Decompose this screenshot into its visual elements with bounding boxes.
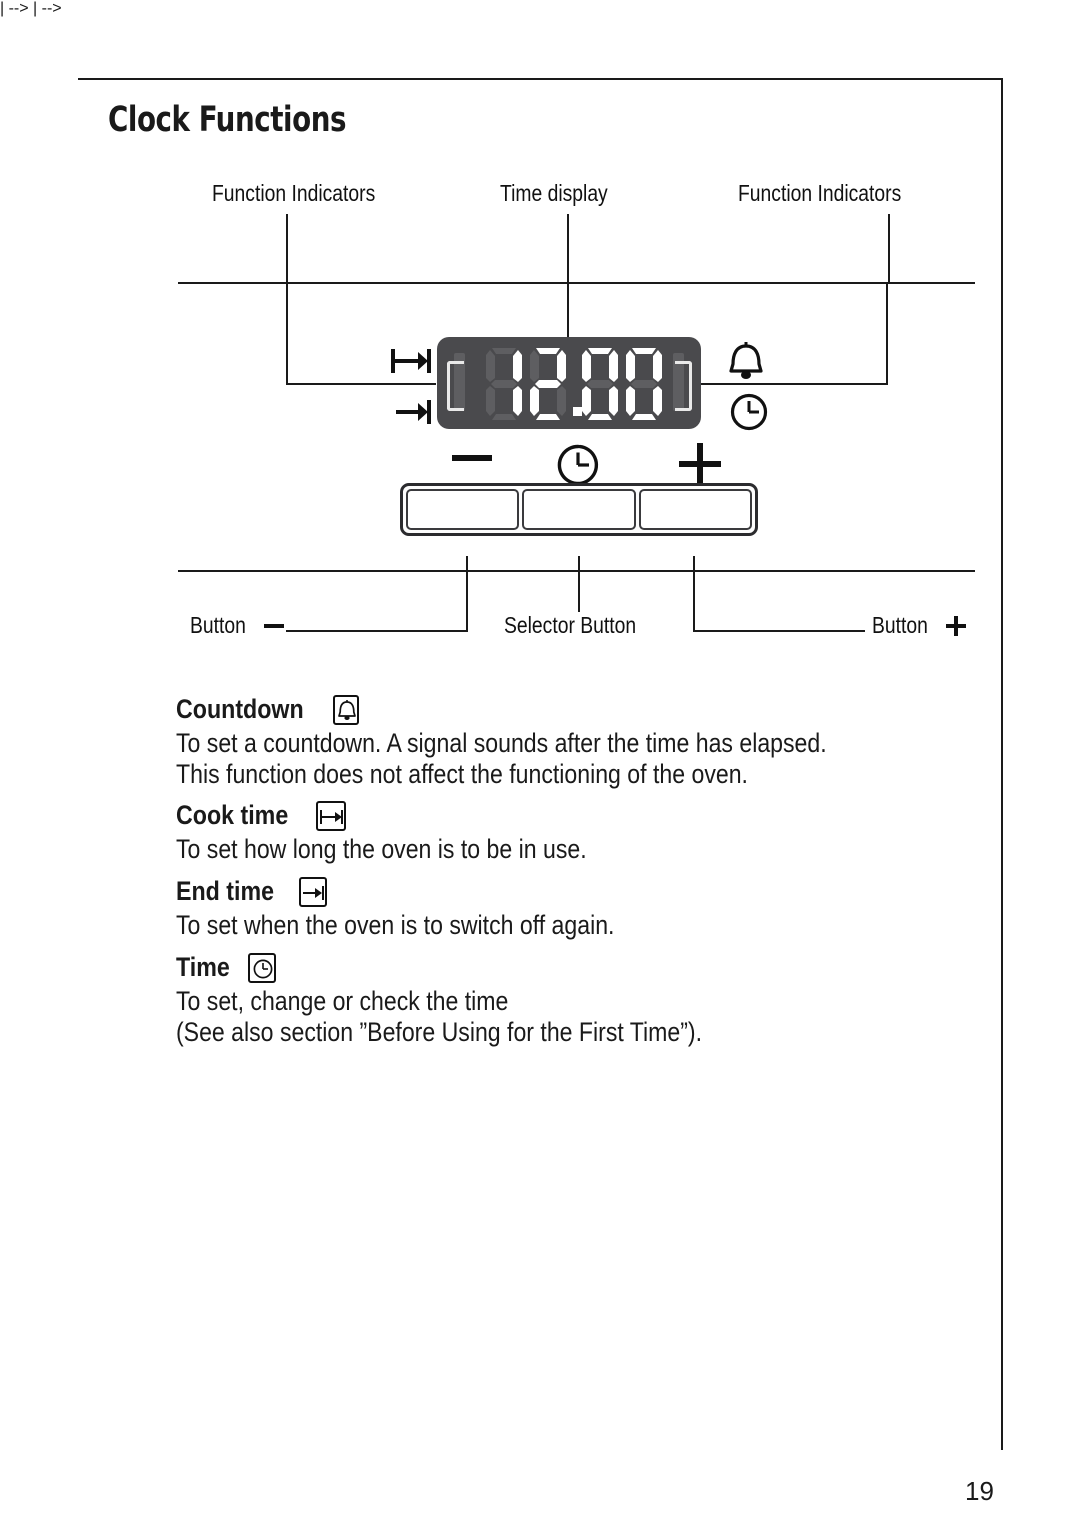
selector-clock-icon xyxy=(557,444,599,486)
lcd-digit-1 xyxy=(486,348,522,420)
lcd-decimal-point xyxy=(573,407,582,416)
end-time-icon xyxy=(396,400,431,424)
leader-line-selector-button xyxy=(578,556,580,612)
clock-icon xyxy=(730,393,768,431)
lcd-digit-2 xyxy=(530,348,566,420)
callout-label-button-plus: Button xyxy=(872,612,966,639)
section-heading-text: Time xyxy=(176,952,230,982)
callout-text: Time display xyxy=(500,180,608,206)
cook-time-icon xyxy=(315,800,346,831)
section-heading-text: Countdown xyxy=(176,694,304,724)
button-plus[interactable] xyxy=(638,489,752,530)
bell-icon xyxy=(333,694,360,725)
leader-line-right-bracket-horizontal xyxy=(700,383,888,385)
callout-label-function-indicators-right: Function Indicators xyxy=(738,180,932,207)
page-number: 19 xyxy=(965,1476,994,1506)
diagram-rule-bottom xyxy=(178,570,975,572)
callout-text: Selector Button xyxy=(504,612,637,638)
leader-line-left-bracket-horizontal xyxy=(286,383,436,385)
page-title: Clock Functions xyxy=(108,100,347,140)
minus-icon xyxy=(452,455,492,461)
clock-icon xyxy=(247,952,276,983)
section-body-line: To set, change or check the time xyxy=(176,986,509,1016)
lcd-bracket-left xyxy=(447,361,464,411)
section-heading-text: End time xyxy=(176,876,275,906)
leader-line-time-display xyxy=(567,214,569,356)
selector-button[interactable] xyxy=(522,489,636,530)
callout-text: Button xyxy=(872,612,928,638)
section-heading: Time xyxy=(176,952,791,983)
leader-line-right-bracket-vertical xyxy=(886,282,888,384)
leader-line-function-indicators-right xyxy=(888,214,890,284)
callout-label-time-display: Time display xyxy=(500,180,628,207)
section-body-line: (See also section ”Before Using for the … xyxy=(176,1016,703,1047)
lcd-bracket-right xyxy=(675,361,692,411)
section-body-line: To set how long the oven is to be in use… xyxy=(176,834,587,864)
plus-icon xyxy=(945,615,966,636)
lcd-digit-3 xyxy=(582,348,618,420)
control-button-panel xyxy=(400,483,758,536)
section-heading: Cook time xyxy=(176,800,656,831)
section-heading: Countdown xyxy=(176,694,937,725)
section-heading-text: Cook time xyxy=(176,800,289,830)
section-heading: End time xyxy=(176,876,689,907)
callout-label-button-minus: Button xyxy=(190,612,284,639)
section-body-line: This function does not affect the functi… xyxy=(176,758,748,789)
callout-label-selector-button: Selector Button xyxy=(504,612,661,639)
lcd-digit-4 xyxy=(626,348,662,420)
section-time: Time To set, change or check the time (S… xyxy=(176,952,791,1048)
section-countdown: Countdown To set a countdown. A signal s… xyxy=(176,694,937,790)
section-body-line: To set when the oven is to switch off ag… xyxy=(176,910,615,940)
oven-time-display xyxy=(437,337,701,429)
lcd-digit-group xyxy=(484,345,662,421)
callout-label-function-indicators-left: Function Indicators xyxy=(212,180,406,207)
section-end-time: End time To set when the oven is to swit… xyxy=(176,876,689,941)
minus-icon xyxy=(263,623,284,628)
leader-line-button-minus-horizontal xyxy=(286,630,468,632)
callout-text: Function Indicators xyxy=(212,180,376,206)
callout-text: Function Indicators xyxy=(738,180,902,206)
cook-time-icon xyxy=(391,349,431,373)
section-cook-time: Cook time To set how long the oven is to… xyxy=(176,800,656,865)
leader-line-button-plus-horizontal xyxy=(693,630,865,632)
leader-line-function-indicators-left xyxy=(286,214,288,284)
callout-text: Button xyxy=(190,612,246,638)
end-time-icon xyxy=(299,876,328,907)
leader-line-button-minus-vertical xyxy=(466,556,468,632)
plus-icon xyxy=(679,443,721,485)
section-body-line: To set a countdown. A signal sounds afte… xyxy=(176,728,827,758)
leader-line-left-bracket-vertical xyxy=(286,282,288,384)
diagram-rule-top xyxy=(178,282,975,284)
leader-line-button-plus-vertical xyxy=(693,556,695,632)
button-minus[interactable] xyxy=(406,489,520,530)
bell-icon xyxy=(729,342,763,379)
